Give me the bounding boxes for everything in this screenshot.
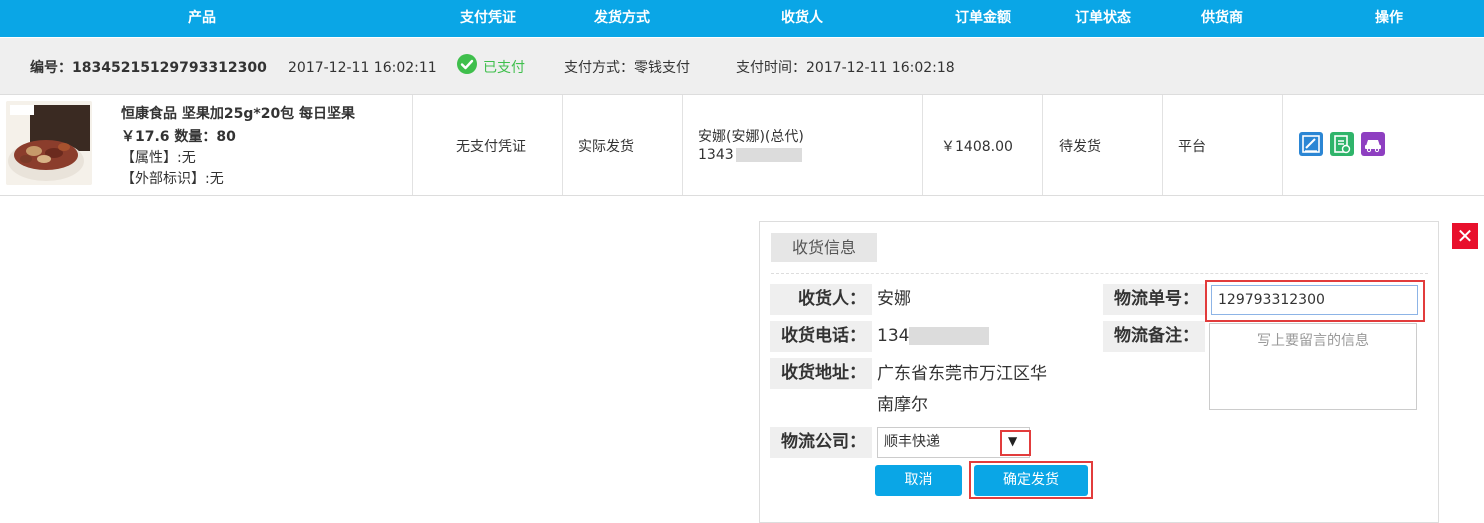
phone-value-wrap: 134 xyxy=(877,320,990,352)
order-number: 编号：18345215129793312300 xyxy=(30,60,267,76)
col-supplier: 供货商 xyxy=(1201,10,1243,26)
status-cell: 待发货 xyxy=(1059,139,1101,155)
order-created-time: 2017-12-11 16:02:11 xyxy=(288,60,437,76)
col-actions: 操作 xyxy=(1375,10,1403,26)
col-product: 产品 xyxy=(188,10,216,26)
table-row: 恒康食品 坚果加25g*20包 每日坚果 ￥17.6 数量：80 【属性】:无 … xyxy=(0,95,1484,196)
cancel-button[interactable]: 取消 xyxy=(875,465,962,496)
col-voucher: 支付凭证 xyxy=(460,10,516,26)
ship-method-cell: 实际发货 xyxy=(578,139,634,155)
col-ship-method: 发货方式 xyxy=(594,10,650,26)
pay-time: 支付时间：2017-12-11 16:02:18 xyxy=(736,60,955,76)
phone-label: 收货电话： xyxy=(770,321,872,352)
order-summary-bar: 编号：18345215129793312300 2017-12-11 16:02… xyxy=(0,38,1484,95)
voucher-cell: 无支付凭证 xyxy=(456,139,526,155)
invoice-icon[interactable] xyxy=(1330,132,1354,156)
col-status: 订单状态 xyxy=(1075,10,1131,26)
masked-phone xyxy=(735,148,802,162)
phone-value: 134 xyxy=(877,326,910,346)
address-line2: 南摩尔 xyxy=(877,395,928,415)
product-thumbnail xyxy=(6,101,92,185)
check-circle-icon xyxy=(457,54,477,74)
chevron-down-icon[interactable]: ▼ xyxy=(1008,434,1017,448)
product-name[interactable]: 恒康食品 坚果加25g*20包 每日坚果 xyxy=(121,103,355,123)
note-placeholder: 写上要留言的信息 xyxy=(1257,333,1369,349)
product-external-id: 【外部标识】:无 xyxy=(121,171,224,187)
car-ship-icon[interactable] xyxy=(1361,132,1385,156)
amount-cell: ￥1408.00 xyxy=(941,139,1013,155)
pay-method: 支付方式：零钱支付 xyxy=(564,60,690,76)
tracking-number-input[interactable]: 129793312300 xyxy=(1211,285,1418,315)
product-attr: 【属性】:无 xyxy=(121,150,196,166)
address-label: 收货地址： xyxy=(770,358,872,389)
tracking-label: 物流单号： xyxy=(1103,284,1205,315)
address-line1: 广东省东莞市万江区华 xyxy=(877,364,1047,384)
edit-order-icon[interactable] xyxy=(1299,132,1323,156)
col-amount: 订单金额 xyxy=(955,10,1011,26)
note-label: 物流备注： xyxy=(1103,321,1205,352)
receiver-label: 收货人： xyxy=(770,284,872,315)
table-header: 产品 支付凭证 发货方式 收货人 订单金额 订单状态 供货商 操作 xyxy=(0,0,1484,37)
supplier-cell: 平台 xyxy=(1178,139,1206,155)
col-receiver: 收货人 xyxy=(781,10,823,26)
panel-title: 收货信息 xyxy=(771,233,877,262)
product-price-qty: ￥17.6 数量：80 xyxy=(121,129,236,145)
close-icon[interactable]: ✕ xyxy=(1452,223,1478,249)
receiver-phone-cell: 1343 xyxy=(698,147,802,163)
pay-status: 已支付 xyxy=(483,60,525,76)
receiver-name-cell: 安娜(安娜)(总代) xyxy=(698,129,804,145)
company-label: 物流公司： xyxy=(770,427,872,458)
masked-phone xyxy=(909,327,990,345)
receiver-phone-text: 1343 xyxy=(698,147,734,163)
receiver-value: 安娜 xyxy=(877,289,911,309)
divider xyxy=(771,273,1428,274)
confirm-ship-button[interactable]: 确定发货 xyxy=(974,465,1088,496)
logistics-company-value: 顺丰快递 xyxy=(884,434,940,450)
logistics-note-textarea[interactable]: 写上要留言的信息 xyxy=(1209,323,1417,410)
